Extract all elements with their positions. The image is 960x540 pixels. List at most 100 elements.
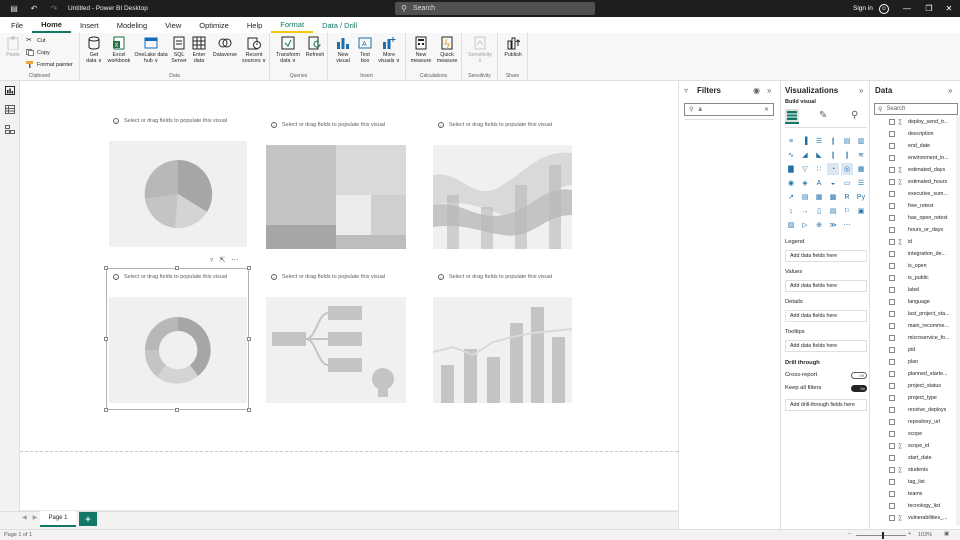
field-checkbox[interactable] — [889, 239, 895, 245]
model-view-icon[interactable] — [5, 125, 15, 134]
zoom-in-icon[interactable]: + — [908, 531, 911, 537]
line-clustered-icon[interactable]: ❙ — [841, 149, 853, 161]
field-checkbox[interactable] — [889, 347, 895, 353]
zoom-slider-thumb[interactable] — [881, 532, 884, 539]
resize-handle[interactable] — [247, 337, 251, 341]
tab-optimize[interactable]: Optimize — [190, 17, 238, 33]
format-painter-button[interactable]: Format painter — [26, 61, 73, 68]
field-checkbox[interactable] — [889, 251, 895, 257]
field-checkbox[interactable] — [889, 371, 895, 377]
100-column-icon[interactable]: ▥ — [855, 135, 867, 147]
more-options-icon[interactable]: ⋯ — [841, 219, 853, 231]
legend-well[interactable]: Add data fields here — [785, 250, 867, 262]
field-row[interactable]: tecnology_list — [889, 500, 940, 512]
funnel-icon[interactable]: ▽ — [799, 163, 811, 175]
scatter-icon[interactable]: ∷ — [813, 163, 825, 175]
field-row[interactable]: planned_starte... — [889, 368, 947, 380]
build-visual-tab[interactable] — [785, 109, 799, 124]
stacked-column-icon[interactable]: ▐ — [799, 135, 811, 147]
minimize-icon[interactable]: — — [896, 0, 918, 17]
gauge-icon[interactable]: ◒ — [827, 177, 839, 189]
field-checkbox[interactable] — [889, 503, 895, 509]
field-row[interactable]: pid — [889, 344, 915, 356]
field-checkbox[interactable] — [889, 395, 895, 401]
stacked-bar-icon[interactable]: ≡ — [785, 135, 797, 147]
clear-search-icon[interactable]: ✕ — [764, 106, 769, 113]
paginated-report-icon[interactable]: ▣ — [855, 205, 867, 217]
field-row[interactable]: plan — [889, 356, 918, 368]
field-row[interactable]: main_recomme... — [889, 320, 949, 332]
field-row[interactable]: ∑ id — [889, 236, 912, 248]
undo-icon[interactable]: ↶ — [28, 4, 40, 13]
ribbon-chart-icon[interactable]: ≋ — [855, 149, 867, 161]
field-row[interactable]: microservice_fo... — [889, 332, 950, 344]
field-row[interactable]: ∑ scope_id — [889, 440, 929, 452]
tab-data-drill[interactable]: Data / Drill — [313, 17, 366, 33]
field-checkbox[interactable] — [889, 203, 895, 209]
field-checkbox[interactable] — [889, 191, 895, 197]
field-checkbox[interactable] — [889, 179, 895, 185]
field-checkbox[interactable] — [889, 215, 895, 221]
line-column-icon[interactable]: ❙ — [827, 149, 839, 161]
treemap-placeholder[interactable] — [266, 145, 406, 249]
enter-data-button[interactable]: Enter data — [190, 36, 208, 64]
field-checkbox[interactable] — [889, 275, 895, 281]
r-visual-icon[interactable]: R — [841, 191, 853, 203]
sql-server-button[interactable]: SQL Server — [170, 36, 188, 64]
tab-format[interactable]: Format — [271, 17, 314, 33]
power-automate-icon[interactable]: ▷ — [799, 219, 811, 231]
pie-chart-placeholder[interactable] — [109, 141, 247, 247]
waterfall-icon[interactable]: ▇ — [785, 163, 797, 175]
cross-report-toggle[interactable]: Off — [851, 372, 867, 379]
eye-icon[interactable]: ◉ — [753, 86, 760, 95]
custom-visual-icon[interactable]: ≫ — [827, 219, 839, 231]
restore-icon[interactable]: ❐ — [918, 0, 940, 17]
more-visuals-button[interactable]: More visuals ∨ — [376, 36, 402, 64]
table-visual-icon[interactable]: ▦ — [813, 191, 825, 203]
data-scrollbar[interactable] — [956, 115, 960, 525]
decomposition-tree-placeholder[interactable] — [266, 297, 406, 403]
resize-handle[interactable] — [104, 408, 108, 412]
field-checkbox[interactable] — [889, 335, 895, 341]
field-row[interactable]: teams — [889, 488, 922, 500]
field-row[interactable]: last_project_sta... — [889, 308, 950, 320]
field-checkbox[interactable] — [889, 167, 895, 173]
qa-icon[interactable]: ▯ — [813, 205, 825, 217]
matrix-icon[interactable]: ▩ — [827, 191, 839, 203]
field-checkbox[interactable] — [889, 311, 895, 317]
field-row[interactable]: ∑ students — [889, 464, 928, 476]
avatar-icon[interactable]: ☺ — [878, 3, 889, 14]
zoom-out-icon[interactable]: − — [848, 531, 851, 537]
sensitivity-button[interactable]: Sensitivity ∨ — [465, 36, 495, 64]
filter-icon[interactable]: ▿ — [210, 256, 214, 264]
field-row[interactable]: ∑ vulnerabilities_... — [889, 512, 947, 524]
field-checkbox[interactable] — [889, 455, 895, 461]
field-checkbox[interactable] — [889, 419, 895, 425]
field-row[interactable]: hours_or_days — [889, 224, 943, 236]
field-row[interactable]: description — [889, 128, 934, 140]
field-row[interactable]: project_status — [889, 380, 941, 392]
donut-chart-icon[interactable]: ◎ — [841, 163, 853, 175]
key-influencers-icon[interactable]: ↕ — [785, 205, 797, 217]
field-checkbox[interactable] — [889, 119, 895, 125]
page-tab-1[interactable]: Page 1 — [40, 511, 76, 527]
add-page-button[interactable]: + — [79, 512, 97, 526]
field-row[interactable]: integration_de... — [889, 248, 946, 260]
resize-handle[interactable] — [104, 266, 108, 270]
field-row[interactable]: receive_deploys — [889, 404, 946, 416]
field-checkbox[interactable] — [889, 515, 895, 521]
collapse-viz-icon[interactable]: » — [859, 86, 863, 95]
area-chart-icon[interactable]: ◢ — [799, 149, 811, 161]
map-icon[interactable]: ◉ — [785, 177, 797, 189]
save-icon[interactable]: ▤ — [8, 4, 20, 13]
field-checkbox[interactable] — [889, 431, 895, 437]
excel-workbook-button[interactable]: X Excel workbook — [106, 36, 132, 64]
quick-measure-button[interactable]: Quick measure — [435, 36, 459, 64]
field-row[interactable]: language — [889, 296, 930, 308]
field-checkbox[interactable] — [889, 467, 895, 473]
ribbon-chart-placeholder[interactable] — [433, 145, 572, 249]
field-checkbox[interactable] — [889, 491, 895, 497]
field-checkbox[interactable] — [889, 227, 895, 233]
100-bar-icon[interactable]: ▤ — [841, 135, 853, 147]
tooltips-well[interactable]: Add data fields here — [785, 340, 867, 352]
